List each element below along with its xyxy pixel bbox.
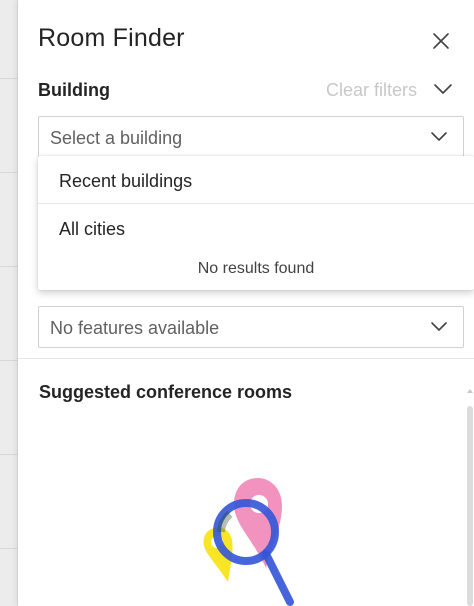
dropdown-item-label: Recent buildings [59,171,193,191]
dropdown-item-all-cities[interactable]: All cities [38,204,474,250]
scroll-up-arrow-icon[interactable] [466,382,474,393]
clear-filters-link[interactable]: Clear filters [326,80,417,101]
background-divider [0,266,18,267]
building-select-placeholder: Select a building [50,128,183,148]
panel-title: Room Finder [38,24,185,52]
background-divider [0,548,18,549]
building-select[interactable]: Select a building [38,116,464,158]
background-divider [0,78,18,79]
background-divider [0,454,18,455]
background-divider [0,172,18,173]
empty-state-illustration [186,474,306,606]
chevron-down-icon [429,319,449,335]
scrollbar-thumb[interactable] [467,406,473,606]
section-divider [18,358,474,359]
dropdown-item-recent-buildings[interactable]: Recent buildings [38,156,474,202]
building-dropdown: Recent buildings All cities No results f… [38,156,474,290]
features-select[interactable]: No features available [38,306,464,348]
scrollbar[interactable] [466,382,474,606]
chevron-down-icon[interactable] [432,80,454,98]
suggested-rooms-heading: Suggested conference rooms [39,382,293,402]
chevron-down-icon [429,129,449,145]
background-app-strip [0,0,18,606]
room-finder-panel: Room Finder Building Clear filters Selec… [18,0,474,606]
background-divider [0,360,18,361]
close-icon[interactable] [430,30,452,52]
building-label: Building [38,80,110,100]
dropdown-item-label: All cities [59,219,126,239]
no-results-message: No results found [197,260,315,277]
features-select-placeholder: No features available [50,318,220,338]
